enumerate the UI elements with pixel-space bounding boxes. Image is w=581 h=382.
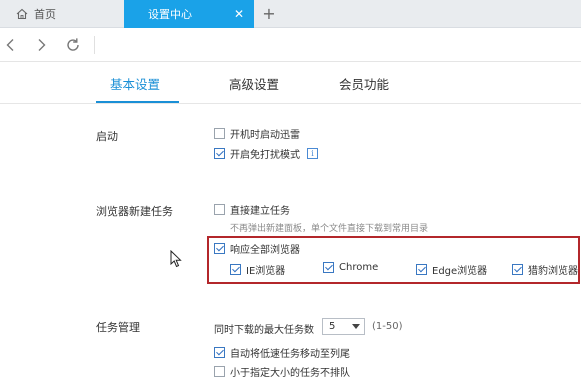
tab-member-features[interactable]: 会员功能 bbox=[339, 74, 389, 93]
option-label: IE浏览器 bbox=[246, 266, 286, 277]
tab-home-label: 首页 bbox=[34, 8, 56, 21]
checkbox-launch-on-boot[interactable] bbox=[214, 128, 225, 139]
new-tab-button[interactable]: + bbox=[261, 5, 277, 23]
tab-advanced-settings[interactable]: 高级设置 bbox=[229, 74, 279, 93]
checkbox-direct-create-task[interactable] bbox=[214, 204, 225, 215]
tab-home[interactable]: 首页 bbox=[0, 0, 124, 28]
back-icon[interactable] bbox=[2, 36, 20, 54]
option-small-tasks-no-queue[interactable]: 小于指定大小的任务不排队 bbox=[214, 364, 350, 379]
option-label: Edge浏览器 bbox=[432, 266, 488, 277]
option-label: 响应全部浏览器 bbox=[230, 245, 300, 256]
section-label-browser-task: 浏览器新建任务 bbox=[96, 205, 173, 218]
info-icon[interactable]: i bbox=[307, 148, 318, 159]
option-label: 猎豹浏览器 bbox=[528, 266, 578, 277]
navigation-bar bbox=[0, 28, 581, 62]
tab-settings-center[interactable]: 设置中心 ✕ bbox=[124, 0, 254, 28]
option-respond-all-browsers[interactable]: 响应全部浏览器 bbox=[214, 241, 300, 256]
checkbox-small-tasks-no-queue[interactable] bbox=[214, 366, 225, 377]
option-label: 开启免打扰模式 bbox=[230, 150, 300, 161]
max-tasks-value: 5 bbox=[329, 321, 336, 332]
checkbox-cheetah-browser[interactable] bbox=[512, 264, 523, 275]
checkbox-chrome[interactable] bbox=[323, 262, 334, 273]
max-tasks-label: 同时下载的最大任务数 bbox=[214, 325, 314, 336]
nav-divider bbox=[94, 36, 95, 54]
option-edge-browser[interactable]: Edge浏览器 bbox=[416, 262, 487, 277]
direct-create-hint: 不再弹出新建面板，单个文件直接下载到常用目录 bbox=[230, 224, 429, 234]
max-tasks-select[interactable]: 5 bbox=[322, 318, 365, 335]
active-tab-indicator bbox=[96, 101, 179, 103]
tab-basic-settings[interactable]: 基本设置 bbox=[110, 74, 160, 93]
option-launch-on-boot[interactable]: 开机时启动迅雷 bbox=[214, 126, 300, 141]
refresh-icon[interactable] bbox=[64, 36, 82, 54]
section-label-task-management: 任务管理 bbox=[96, 321, 140, 334]
mouse-cursor-icon bbox=[170, 250, 182, 268]
option-cheetah-browser[interactable]: 猎豹浏览器 bbox=[512, 262, 578, 277]
checkbox-respond-all-browsers[interactable] bbox=[214, 243, 225, 254]
option-label: 直接建立任务 bbox=[230, 206, 290, 217]
tab-settings-label: 设置中心 bbox=[148, 8, 192, 21]
option-direct-create-task[interactable]: 直接建立任务 bbox=[214, 202, 290, 217]
checkbox-move-slow-tasks[interactable] bbox=[214, 347, 225, 358]
checkbox-do-not-disturb[interactable] bbox=[214, 148, 225, 159]
checkbox-edge-browser[interactable] bbox=[416, 264, 427, 275]
option-label: 小于指定大小的任务不排队 bbox=[230, 368, 350, 379]
browser-tab-bar: 首页 设置中心 ✕ + bbox=[0, 0, 581, 28]
option-do-not-disturb[interactable]: 开启免打扰模式 i bbox=[214, 146, 318, 161]
home-icon bbox=[16, 8, 28, 20]
option-ie-browser[interactable]: IE浏览器 bbox=[230, 262, 285, 277]
max-tasks-range: (1-50) bbox=[372, 321, 403, 332]
checkbox-ie-browser[interactable] bbox=[230, 264, 241, 275]
section-label-startup: 启动 bbox=[96, 130, 118, 143]
option-label: Chrome bbox=[339, 262, 379, 273]
option-label: 自动将低速任务移动至列尾 bbox=[230, 349, 350, 360]
option-chrome[interactable]: Chrome bbox=[323, 262, 378, 273]
option-move-slow-tasks[interactable]: 自动将低速任务移动至列尾 bbox=[214, 345, 350, 360]
forward-icon[interactable] bbox=[32, 36, 50, 54]
close-icon[interactable]: ✕ bbox=[232, 7, 246, 21]
settings-tab-bar: 基本设置 高级设置 会员功能 bbox=[0, 62, 581, 104]
chevron-down-icon bbox=[352, 324, 360, 329]
option-label: 开机时启动迅雷 bbox=[230, 130, 300, 141]
